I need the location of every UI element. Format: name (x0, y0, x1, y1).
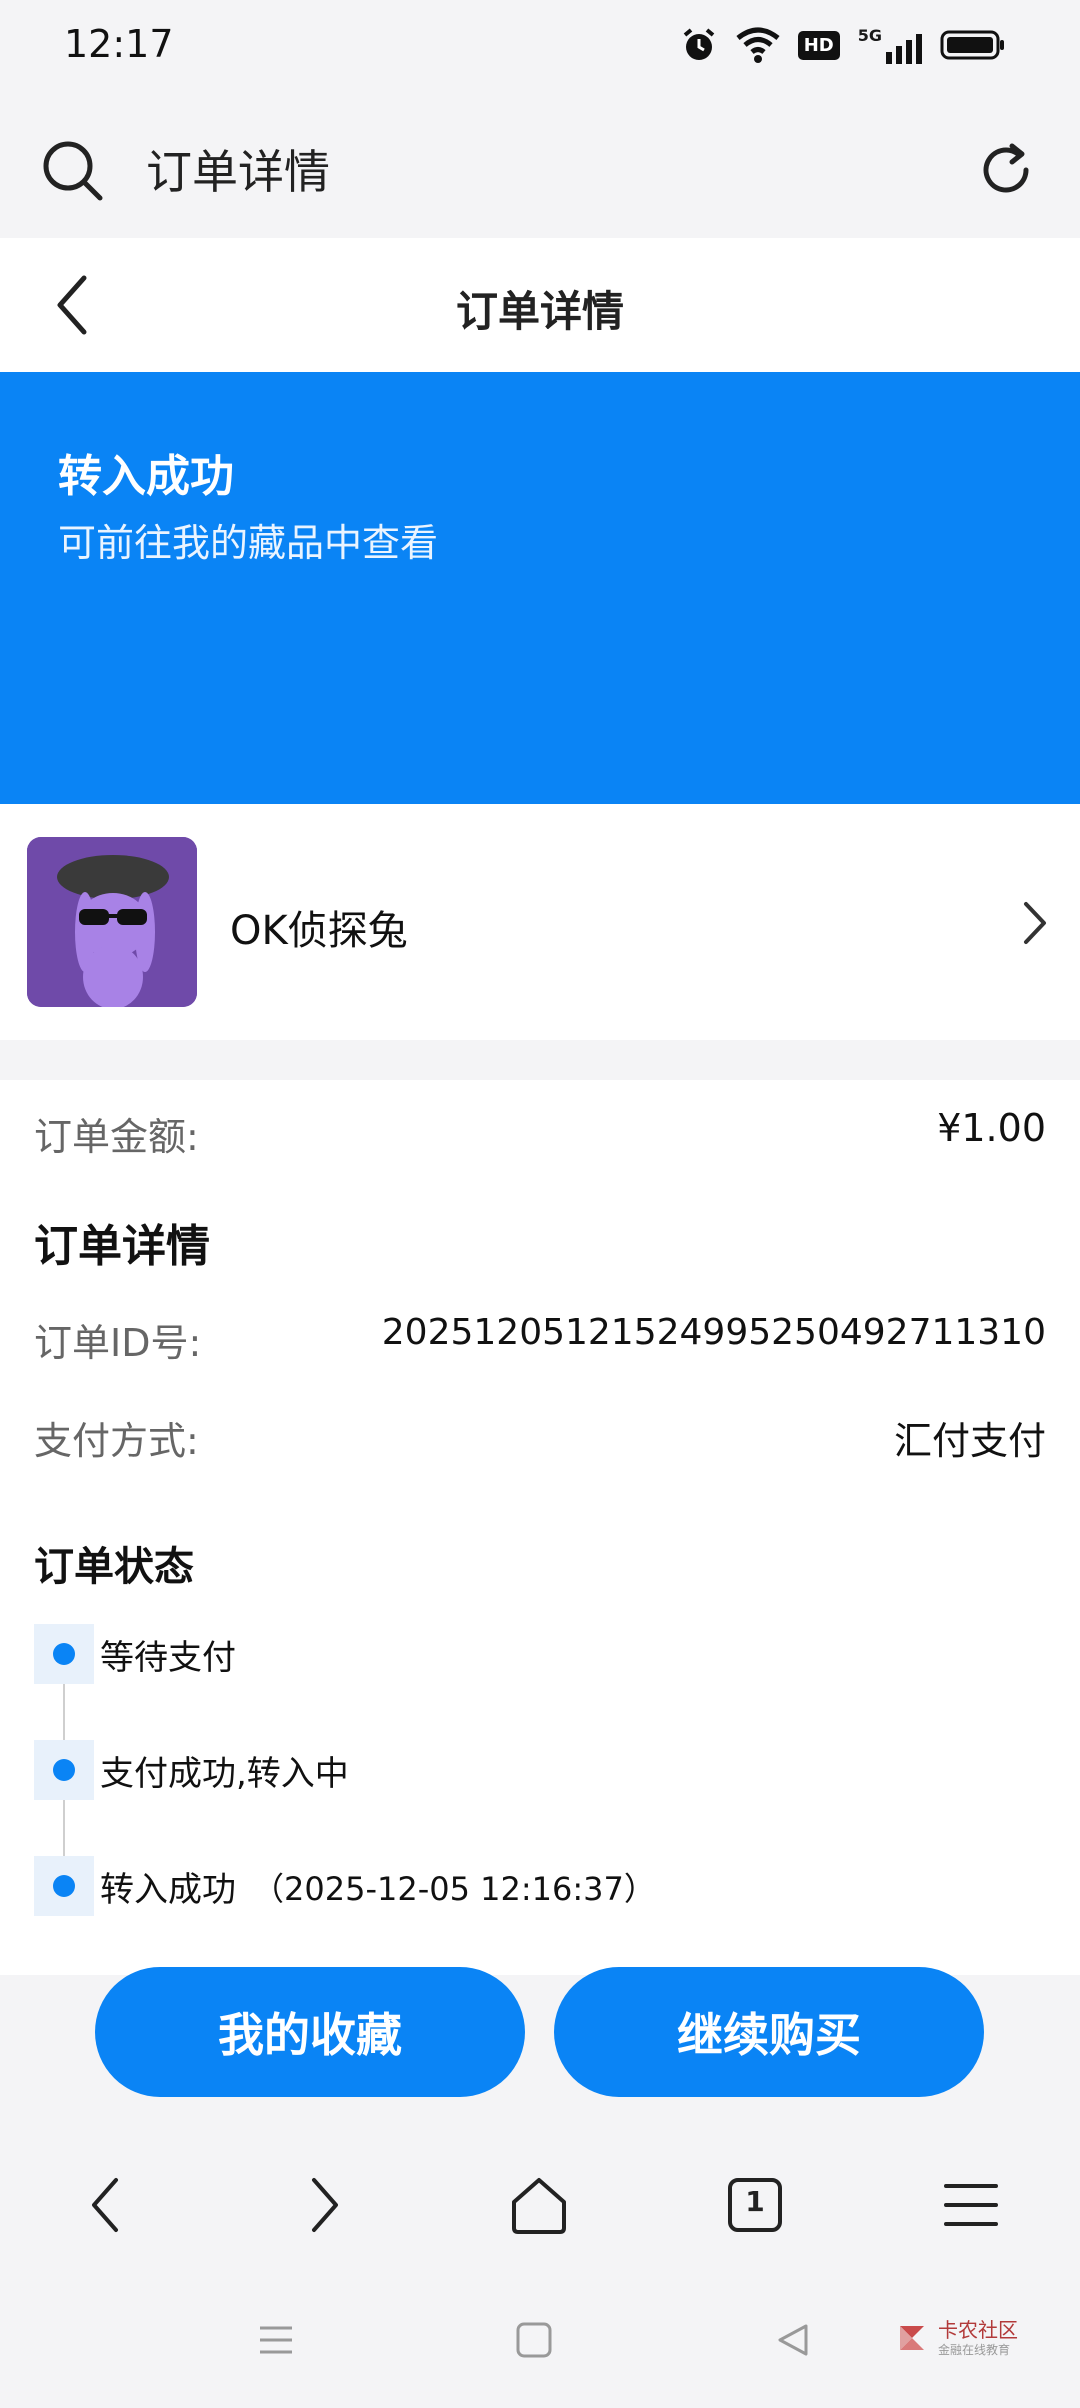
signal-bar (886, 52, 892, 64)
refresh-icon[interactable] (974, 138, 1038, 202)
system-home-icon[interactable] (514, 2320, 554, 2360)
status-time: 12:17 (64, 22, 174, 66)
network-label: 5G (857, 26, 882, 45)
product-thumbnail (27, 837, 197, 1007)
signal-bar (906, 40, 912, 64)
menu-icon[interactable] (936, 2170, 1006, 2240)
watermark-text: 卡农社区 金融在线教育 (938, 2319, 1018, 2358)
wifi-icon (736, 27, 780, 63)
amount-label: 订单金额: (34, 1115, 199, 1159)
watermark: 卡农社区 金融在线教育 (892, 2318, 1018, 2358)
timeline-step-text: 转入成功 (100, 1870, 236, 1910)
signal-bar (916, 34, 922, 64)
back-icon[interactable] (72, 2170, 142, 2240)
timeline-connector (63, 1800, 65, 1856)
payment-value: 汇付支付 (893, 1419, 1046, 1463)
status-icons: HD 5G (680, 26, 1006, 64)
watermark-tagline: 金融在线教育 (938, 2342, 1011, 2357)
order-id-label: 订单ID号: (34, 1321, 202, 1365)
forward-icon[interactable] (288, 2170, 358, 2240)
timeline-step-marker (34, 1740, 94, 1800)
address-bar-title[interactable]: 订单详情 (146, 136, 330, 202)
alarm-icon (683, 28, 714, 60)
timeline-connector (63, 1684, 65, 1740)
watermark-brand: 卡农社区 (938, 2317, 1018, 2342)
details-title: 订单详情 (34, 1221, 210, 1272)
continue-buy-button[interactable]: 继续购买 (554, 1967, 984, 2097)
hd-icon: HD (797, 30, 840, 60)
status-title: 订单状态 (34, 1544, 194, 1590)
timeline-dot (53, 1643, 75, 1665)
timeline-step-time: （2025-12-05 12:16:37） (252, 1870, 656, 1908)
home-icon[interactable] (504, 2170, 574, 2240)
rabbit-illustration (27, 837, 197, 1007)
payment-label: 支付方式: (34, 1419, 199, 1463)
watermark-logo-icon (900, 2326, 924, 2350)
my-collection-button[interactable]: 我的收藏 (95, 1967, 525, 2097)
search-icon[interactable] (40, 138, 104, 202)
chevron-right-icon[interactable] (1020, 898, 1050, 948)
battery-icon (940, 30, 1004, 60)
tabs-button[interactable]: 1 (720, 2170, 790, 2240)
timeline-step-text: 支付成功,转入中 (100, 1754, 349, 1794)
signal-bar (896, 46, 902, 64)
banner-title: 转入成功 (58, 451, 234, 502)
timeline-dot (53, 1759, 75, 1781)
timeline-step-marker (34, 1624, 94, 1684)
timeline-step-marker (34, 1856, 94, 1916)
signal-5g-icon: 5G (858, 26, 922, 64)
recents-icon[interactable] (256, 2320, 296, 2360)
hd-label: HD (803, 34, 834, 56)
system-back-icon[interactable] (772, 2320, 812, 2360)
product-name[interactable]: OK侦探兔 (230, 898, 408, 956)
tab-count: 1 (745, 2185, 765, 2218)
order-id-value[interactable]: 20251205121524995250492711310 (382, 1312, 1046, 1353)
page-title: 订单详情 (455, 287, 624, 336)
timeline-dot (53, 1875, 75, 1897)
amount-value: ¥1.00 (937, 1106, 1046, 1150)
banner-subtitle: 可前往我的藏品中查看 (58, 521, 439, 565)
success-banner (0, 372, 1080, 804)
timeline-step-text: 等待支付 (100, 1638, 236, 1678)
